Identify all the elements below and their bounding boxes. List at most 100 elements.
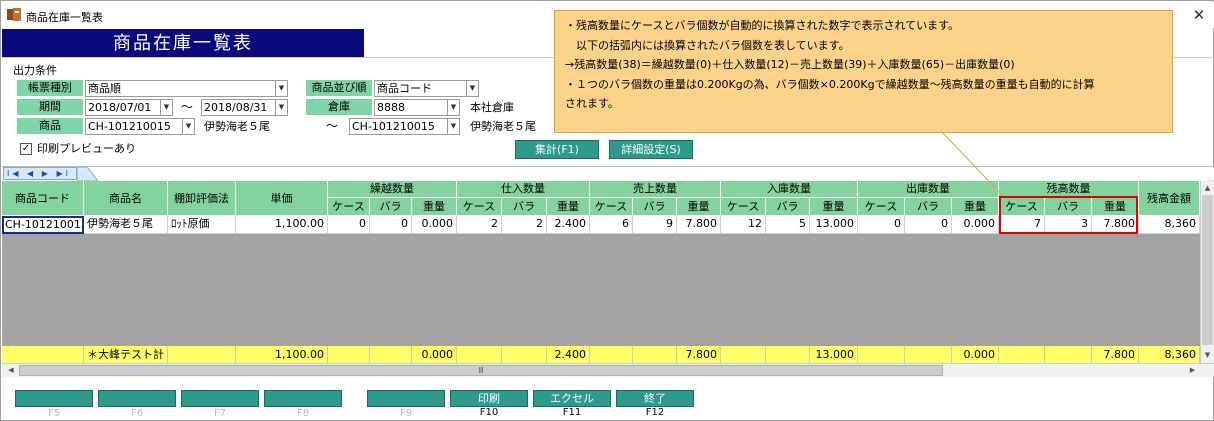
horizontal-scroll-thumb[interactable]: Ⅲ bbox=[19, 365, 943, 376]
total-shipment-case bbox=[858, 346, 905, 363]
col-carryover-bara[interactable]: バラ bbox=[370, 198, 412, 216]
col-shipment-case[interactable]: ケース bbox=[858, 198, 905, 216]
total-carryover-weight: 0.000 bbox=[412, 346, 457, 363]
quit-key-label: F12 bbox=[645, 407, 665, 418]
cell-sales-weight[interactable]: 7.800 bbox=[677, 216, 721, 234]
warehouse-select[interactable]: 8888 ▼ bbox=[374, 99, 460, 116]
cell-carryover-bara[interactable]: 0 bbox=[370, 216, 412, 234]
col-receipt-case[interactable]: ケース bbox=[721, 198, 766, 216]
col-unit-price[interactable]: 単価 bbox=[236, 181, 328, 216]
col-carryover-weight[interactable]: 重量 bbox=[412, 198, 457, 216]
scroll-up-icon[interactable]: ▲ bbox=[1202, 182, 1213, 194]
total-carryover-bara bbox=[370, 346, 412, 363]
chevron-down-icon[interactable]: ▼ bbox=[275, 100, 287, 115]
col-valuation[interactable]: 棚卸評価法 bbox=[168, 181, 236, 216]
col-purchase-case[interactable]: ケース bbox=[457, 198, 502, 216]
cell-valuation[interactable]: ﾛｯﾄ原価 bbox=[168, 216, 236, 234]
cell-carryover-case[interactable]: 0 bbox=[328, 216, 370, 234]
sort-order-value: 商品コード bbox=[377, 82, 432, 95]
print-button[interactable]: 印刷 bbox=[450, 390, 528, 407]
col-balance-amount[interactable]: 残高金額 bbox=[1139, 181, 1200, 216]
cell-purchase-bara[interactable]: 2 bbox=[502, 216, 547, 234]
f8-button[interactable] bbox=[264, 390, 342, 407]
total-sales-case bbox=[590, 346, 633, 363]
report-type-value: 商品順 bbox=[88, 82, 121, 95]
cell-sales-bara[interactable]: 9 bbox=[633, 216, 677, 234]
vertical-scroll-thumb[interactable] bbox=[1202, 195, 1213, 345]
f6-button[interactable] bbox=[98, 390, 176, 407]
vertical-scrollbar[interactable]: ▲ ▼ bbox=[1200, 181, 1214, 363]
cell-product-code[interactable]: CH-101210015 bbox=[2, 216, 84, 234]
scroll-left-icon[interactable]: ◀ bbox=[5, 364, 17, 377]
col-shipment-weight[interactable]: 重量 bbox=[952, 198, 999, 216]
chevron-down-icon[interactable]: ▼ bbox=[447, 100, 459, 115]
total-receipt-case bbox=[721, 346, 766, 363]
period-label: 期間 bbox=[17, 99, 83, 115]
cell-unit-price[interactable]: 1,100.00 bbox=[236, 216, 328, 234]
cell-shipment-case[interactable]: 0 bbox=[858, 216, 905, 234]
col-receipt[interactable]: 入庫数量 bbox=[721, 181, 858, 198]
period-from-select[interactable]: 2018/07/01 ▼ bbox=[85, 99, 173, 116]
cell-purchase-weight[interactable]: 2.400 bbox=[547, 216, 590, 234]
total-cell-valuation bbox=[168, 346, 236, 363]
f7-button[interactable] bbox=[181, 390, 259, 407]
cell-purchase-case[interactable]: 2 bbox=[457, 216, 502, 234]
f9-button[interactable] bbox=[367, 390, 445, 407]
col-sales-weight[interactable]: 重量 bbox=[677, 198, 721, 216]
col-receipt-bara[interactable]: バラ bbox=[766, 198, 810, 216]
report-type-select[interactable]: 商品順 ▼ bbox=[85, 80, 288, 97]
sort-order-select[interactable]: 商品コード ▼ bbox=[374, 80, 479, 97]
product-from-select[interactable]: CH-101210015 ▼ bbox=[85, 118, 195, 135]
col-shipment-bara[interactable]: バラ bbox=[905, 198, 952, 216]
horizontal-scrollbar[interactable]: ◀ Ⅲ ▶ bbox=[2, 363, 1214, 377]
total-sales-bara bbox=[633, 346, 677, 363]
chevron-down-icon[interactable]: ▼ bbox=[182, 119, 194, 134]
quit-button[interactable]: 終了 bbox=[616, 390, 694, 407]
callout-line-4: ・１つのバラ個数の重量は0.200Kgの為、バラ個数×0.200Kgで繰越数量～… bbox=[565, 77, 1095, 91]
product-label: 商品 bbox=[17, 118, 83, 134]
detail-settings-button[interactable]: 詳細設定(S) bbox=[609, 140, 693, 159]
col-product-name[interactable]: 商品名 bbox=[84, 181, 168, 216]
chevron-down-icon[interactable]: ▼ bbox=[447, 119, 459, 134]
col-purchase-weight[interactable]: 重量 bbox=[547, 198, 590, 216]
chevron-down-icon[interactable]: ▼ bbox=[275, 81, 287, 96]
col-sales-bara[interactable]: バラ bbox=[633, 198, 677, 216]
total-label: ＊大峰テスト計 bbox=[84, 346, 168, 363]
col-product-code[interactable]: 商品コード bbox=[2, 181, 84, 216]
col-sales[interactable]: 売上数量 bbox=[590, 181, 721, 198]
cell-product-name[interactable]: 伊勢海老５尾 bbox=[84, 216, 168, 234]
aggregate-button[interactable]: 集計(F1) bbox=[515, 140, 599, 159]
chevron-down-icon[interactable]: ▼ bbox=[466, 81, 478, 96]
cell-shipment-weight[interactable]: 0.000 bbox=[952, 216, 999, 234]
cell-receipt-weight[interactable]: 13.000 bbox=[810, 216, 858, 234]
record-navigator[interactable]: I◀ ◀ ▶ ▶I bbox=[3, 167, 77, 180]
f7-key-label: F7 bbox=[213, 408, 227, 419]
col-sales-case[interactable]: ケース bbox=[590, 198, 633, 216]
print-preview-checkbox[interactable]: ✓ bbox=[20, 143, 32, 155]
f9-key-label: F9 bbox=[399, 408, 413, 419]
col-carryover-case[interactable]: ケース bbox=[328, 198, 370, 216]
period-to-select[interactable]: 2018/08/31 ▼ bbox=[201, 99, 288, 116]
cell-shipment-bara[interactable]: 0 bbox=[905, 216, 952, 234]
col-carryover[interactable]: 繰越数量 bbox=[328, 181, 457, 198]
page-title: 商品在庫一覧表 bbox=[2, 29, 364, 58]
close-icon[interactable]: ✕ bbox=[1190, 6, 1208, 24]
chevron-down-icon[interactable]: ▼ bbox=[160, 100, 172, 115]
cell-carryover-weight[interactable]: 0.000 bbox=[412, 216, 457, 234]
excel-button[interactable]: エクセル bbox=[533, 390, 611, 407]
total-purchase-weight: 2.400 bbox=[547, 346, 590, 363]
col-receipt-weight[interactable]: 重量 bbox=[810, 198, 858, 216]
cell-sales-case[interactable]: 6 bbox=[590, 216, 633, 234]
scroll-right-icon[interactable]: ▶ bbox=[1186, 364, 1199, 377]
f8-key-label: F8 bbox=[296, 408, 310, 419]
f5-button[interactable] bbox=[15, 390, 93, 407]
cell-receipt-bara[interactable]: 5 bbox=[766, 216, 810, 234]
callout-line-1: ・残高数量にケースとバラ個数が自動的に換算された数字で表示されています。 bbox=[565, 19, 960, 32]
col-purchase-bara[interactable]: バラ bbox=[502, 198, 547, 216]
product-from-name: 伊勢海老５尾 bbox=[204, 120, 270, 133]
cell-balance-amount[interactable]: 8,360 bbox=[1139, 216, 1200, 234]
scroll-down-icon[interactable]: ▼ bbox=[1202, 349, 1213, 361]
col-purchase[interactable]: 仕入数量 bbox=[457, 181, 590, 198]
product-to-select[interactable]: CH-101210015 ▼ bbox=[349, 118, 460, 135]
cell-receipt-case[interactable]: 12 bbox=[721, 216, 766, 234]
